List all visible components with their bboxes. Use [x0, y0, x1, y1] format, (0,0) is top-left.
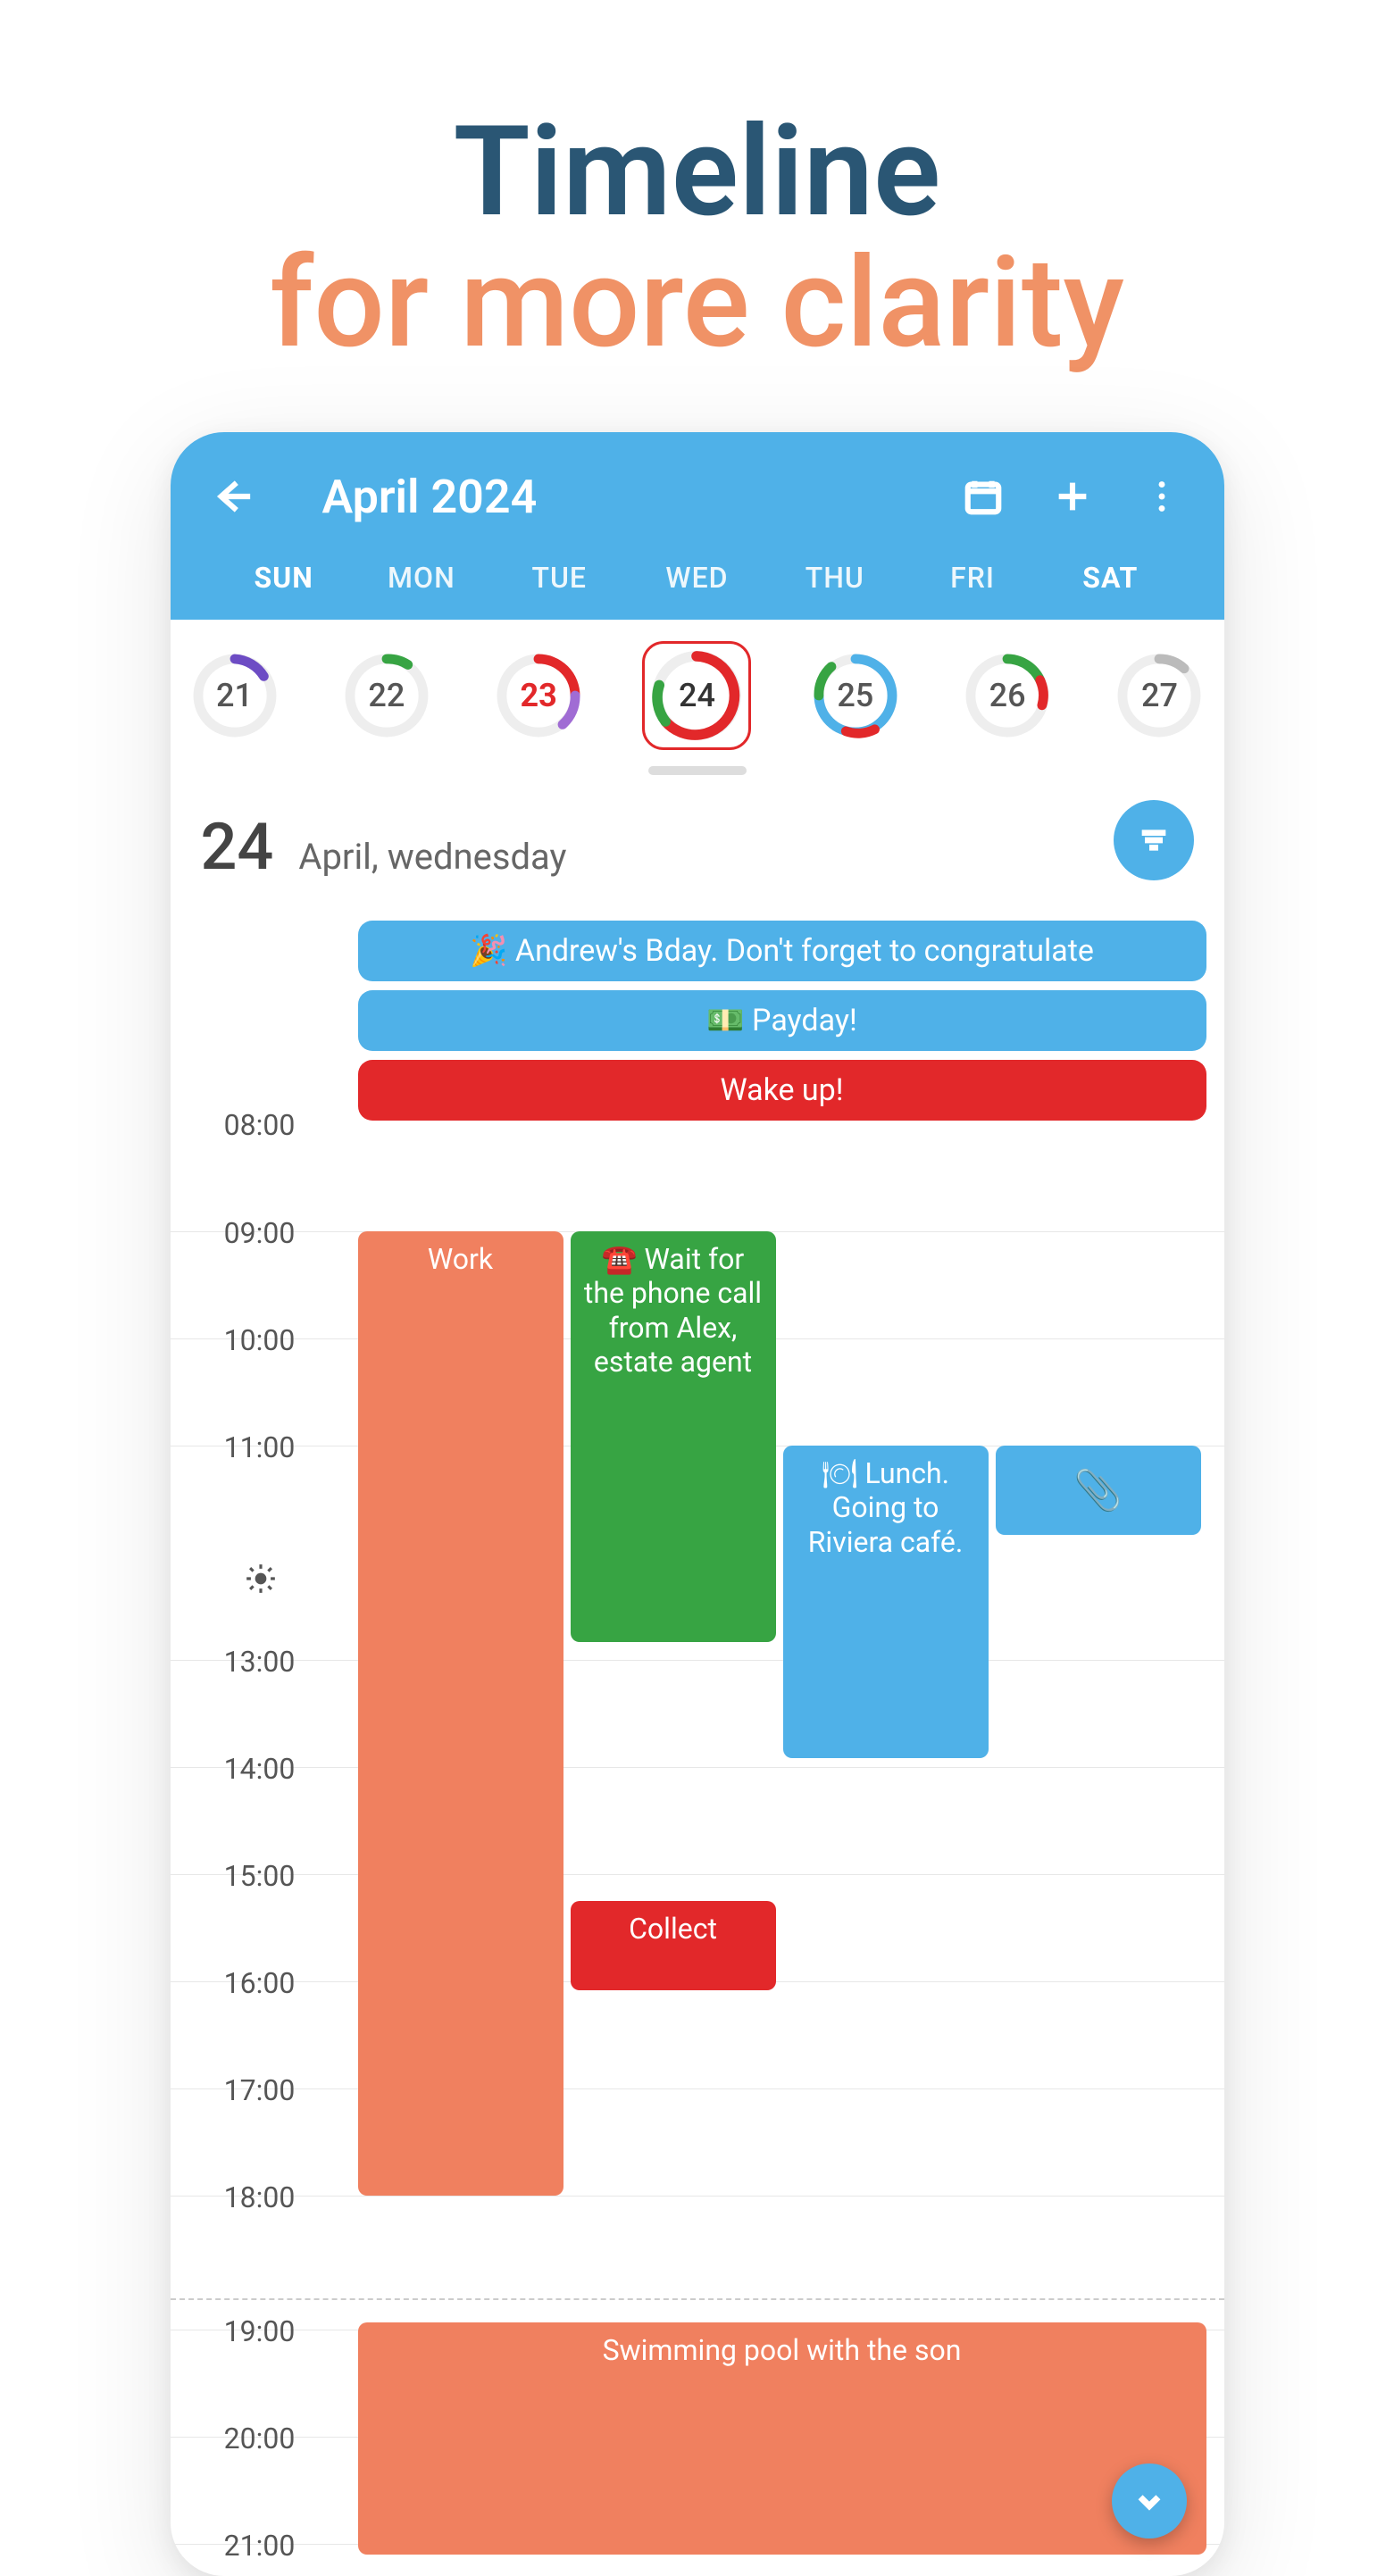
timeline[interactable]: 08:00 09:00 10:00 11:00 13:00 14:00 15:0…	[171, 1124, 1224, 2576]
app-bar: April 2024 SUN MON TUE WED THU FRI SAT	[171, 432, 1224, 620]
event-allday-bday[interactable]: 🎉 Andrew's Bday. Don't forget to congrat…	[358, 921, 1206, 981]
more-icon[interactable]	[1130, 464, 1194, 529]
date-chip-24-selected[interactable]: 24	[642, 641, 751, 750]
drag-handle-icon[interactable]	[648, 766, 747, 775]
phone-frame: April 2024 SUN MON TUE WED THU FRI SAT	[171, 432, 1224, 2576]
day-subtitle: April, wednesday	[298, 836, 566, 878]
date-chip-21[interactable]: 21	[187, 647, 283, 744]
hour-08: 08:00	[171, 1108, 349, 1142]
promo-heading: Timeline for more clarity	[0, 0, 1394, 370]
dow-tue[interactable]: TUE	[490, 561, 628, 595]
event-phone-call[interactable]: ☎️ Wait for the phone call from Alex, es…	[571, 1231, 776, 1642]
paperclip-icon: 📎	[1073, 1467, 1123, 1514]
hour-16: 16:00	[171, 1966, 349, 2000]
dow-wed[interactable]: WED	[628, 561, 765, 595]
hour-14: 14:00	[171, 1752, 349, 1786]
date-chip-25[interactable]: 25	[807, 647, 904, 744]
event-allday-payday[interactable]: 💵 Payday!	[358, 990, 1206, 1051]
hour-09: 09:00	[171, 1216, 349, 1250]
hour-18: 18:00	[171, 2180, 349, 2214]
dow-thu[interactable]: THU	[766, 561, 904, 595]
back-icon[interactable]	[201, 464, 265, 529]
promo-title-line2: for more clarity	[0, 238, 1394, 370]
calendar-icon[interactable]	[951, 464, 1015, 529]
hour-19: 19:00	[171, 2314, 349, 2348]
event-collect[interactable]: Collect	[571, 1901, 776, 1990]
dow-sat[interactable]: SAT	[1041, 561, 1179, 595]
event-allday-wake[interactable]: Wake up!	[358, 1060, 1206, 1121]
day-of-week-row: SUN MON TUE WED THU FRI SAT	[201, 529, 1194, 595]
event-swimming[interactable]: Swimming pool with the son	[358, 2322, 1206, 2555]
chevron-down-icon[interactable]	[1112, 2463, 1187, 2538]
day-number: 24	[201, 809, 274, 885]
date-chip-23[interactable]: 23	[490, 647, 587, 744]
date-chip-27[interactable]: 27	[1111, 647, 1207, 744]
hour-20: 20:00	[171, 2422, 349, 2455]
hour-15: 15:00	[171, 1859, 349, 1893]
event-attachment[interactable]: 📎	[996, 1446, 1201, 1535]
promo-title-line1: Timeline	[0, 107, 1394, 238]
event-work[interactable]: Work	[358, 1231, 563, 2196]
date-chip-22[interactable]: 22	[338, 647, 435, 744]
dow-fri[interactable]: FRI	[904, 561, 1041, 595]
dow-mon[interactable]: MON	[353, 561, 490, 595]
filter-icon[interactable]	[1114, 800, 1194, 880]
hour-11: 11:00	[171, 1430, 349, 1464]
dow-sun[interactable]: SUN	[215, 561, 353, 595]
hour-10: 10:00	[171, 1323, 349, 1357]
allday-section: 🎉 Andrew's Bday. Don't forget to congrat…	[358, 921, 1206, 1121]
date-chip-26[interactable]: 26	[959, 647, 1056, 744]
sun-icon	[244, 1562, 278, 1596]
appbar-title: April 2024	[290, 470, 926, 524]
hour-21: 21:00	[171, 2529, 349, 2563]
day-header: 24 April, wednesday	[171, 775, 1224, 905]
event-lunch[interactable]: 🍽 Lunch. Going to Riviera café.	[783, 1446, 989, 1758]
date-chip-strip[interactable]: 21 22 23 24 25	[171, 620, 1224, 761]
add-icon[interactable]	[1040, 464, 1105, 529]
hour-17: 17:00	[171, 2073, 349, 2107]
hour-13: 13:00	[171, 1645, 349, 1679]
